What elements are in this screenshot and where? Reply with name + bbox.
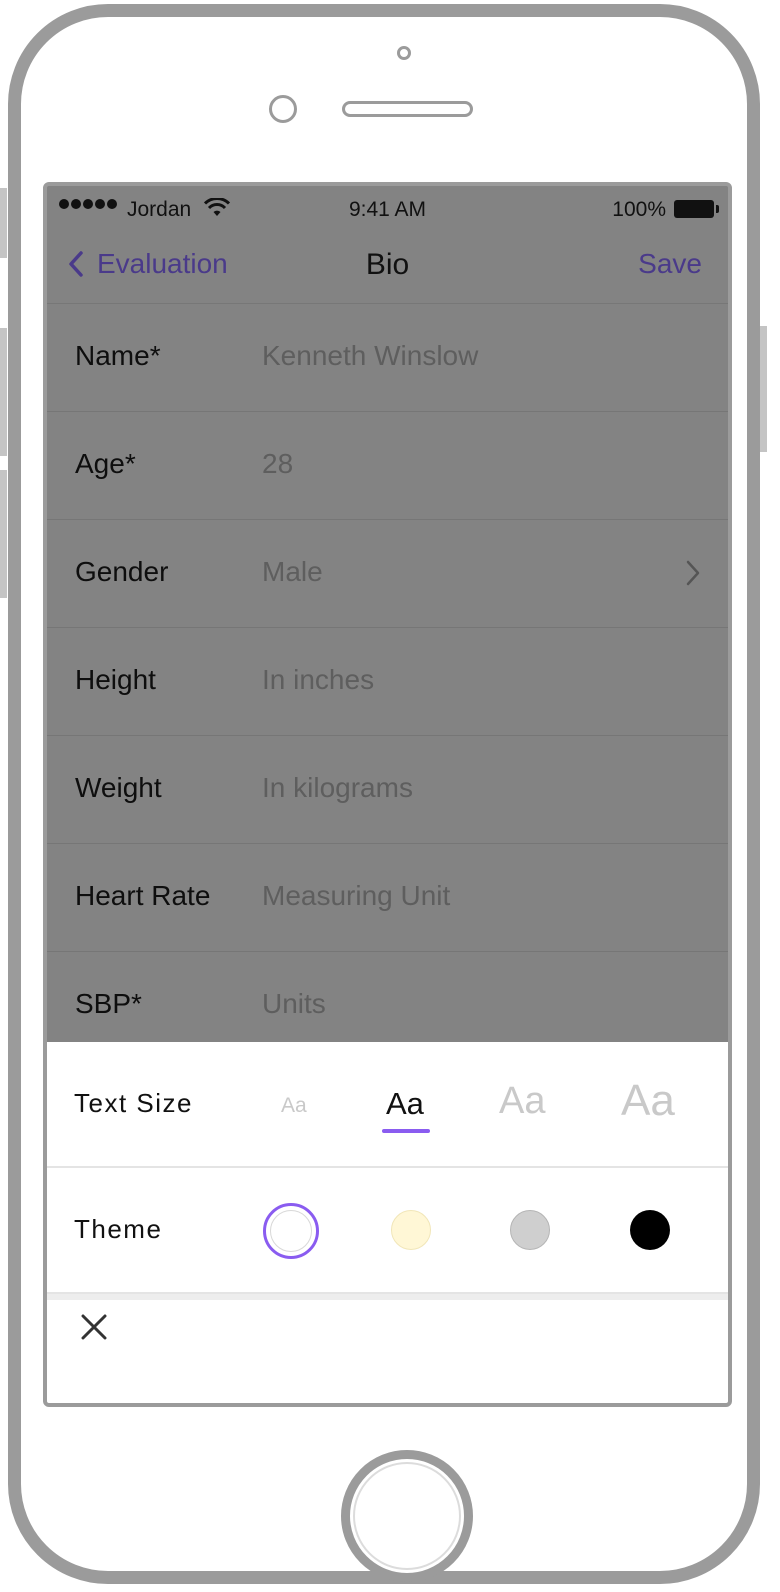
theme-swatch-white-fill: [270, 1210, 312, 1252]
field-label: Gender: [75, 556, 169, 587]
field-label: Name*: [75, 340, 161, 371]
navigation-bar: Evaluation Bio Save: [47, 232, 728, 304]
weight-field[interactable]: In kilograms: [262, 772, 413, 804]
status-bar: Jordan 9:41 AM 100%: [47, 186, 728, 232]
theme-swatch-sepia[interactable]: [391, 1210, 431, 1250]
page-title: Bio: [365, 248, 410, 281]
form-row-gender[interactable]: Gender Male: [47, 520, 728, 628]
sheet-divider: [47, 1294, 728, 1300]
field-label: Weight: [75, 772, 162, 803]
mute-switch: [0, 188, 7, 258]
battery-percentage: 100%: [612, 198, 666, 221]
screen: Jordan 9:41 AM 100% Evaluation Bio Save …: [43, 182, 732, 1407]
proximity-sensor: [269, 95, 297, 123]
display-settings-sheet: Text Size Aa Aa Aa Aa Theme: [47, 1042, 728, 1403]
form-row-heart-rate[interactable]: Heart Rate Measuring Unit: [47, 844, 728, 952]
sbp-field[interactable]: Units: [262, 988, 326, 1020]
field-label: Height: [75, 664, 156, 695]
text-size-option-medium[interactable]: Aa: [386, 1086, 424, 1122]
theme-swatch-gray[interactable]: [510, 1210, 550, 1250]
text-size-label: Text Size: [74, 1088, 193, 1118]
home-button[interactable]: [341, 1450, 473, 1582]
gender-field[interactable]: Male: [262, 556, 323, 588]
name-field[interactable]: Kenneth Winslow: [262, 340, 478, 372]
earpiece-speaker: [342, 101, 473, 117]
bio-form: Name* Kenneth Winslow Age* 28 Gender Mal…: [47, 304, 728, 1060]
form-row-name[interactable]: Name* Kenneth Winslow: [47, 304, 728, 412]
battery-icon: [674, 200, 719, 218]
form-row-height[interactable]: Height In inches: [47, 628, 728, 736]
theme-row: Theme: [47, 1168, 728, 1294]
volume-up-button: [0, 328, 7, 456]
front-camera: [397, 46, 411, 60]
power-button: [760, 326, 767, 452]
field-label: SBP*: [75, 988, 142, 1019]
height-field[interactable]: In inches: [262, 664, 374, 696]
field-label: Heart Rate: [75, 880, 211, 911]
selected-size-indicator: [382, 1129, 430, 1133]
form-row-weight[interactable]: Weight In kilograms: [47, 736, 728, 844]
theme-label: Theme: [74, 1214, 163, 1244]
chevron-right-icon: [686, 560, 700, 586]
field-label: Age*: [75, 448, 136, 479]
text-size-option-xlarge[interactable]: Aa: [621, 1076, 675, 1126]
heart-rate-field[interactable]: Measuring Unit: [262, 880, 450, 912]
volume-down-button: [0, 470, 7, 598]
save-button[interactable]: Save: [638, 248, 702, 280]
text-size-option-large[interactable]: Aa: [499, 1080, 545, 1123]
text-size-option-small[interactable]: Aa: [281, 1094, 307, 1118]
text-size-row: Text Size Aa Aa Aa Aa: [47, 1042, 728, 1168]
form-row-age[interactable]: Age* 28: [47, 412, 728, 520]
theme-swatch-black[interactable]: [630, 1210, 670, 1250]
theme-swatch-white[interactable]: [263, 1203, 319, 1259]
close-icon[interactable]: [81, 1314, 107, 1340]
age-field[interactable]: 28: [262, 448, 293, 480]
